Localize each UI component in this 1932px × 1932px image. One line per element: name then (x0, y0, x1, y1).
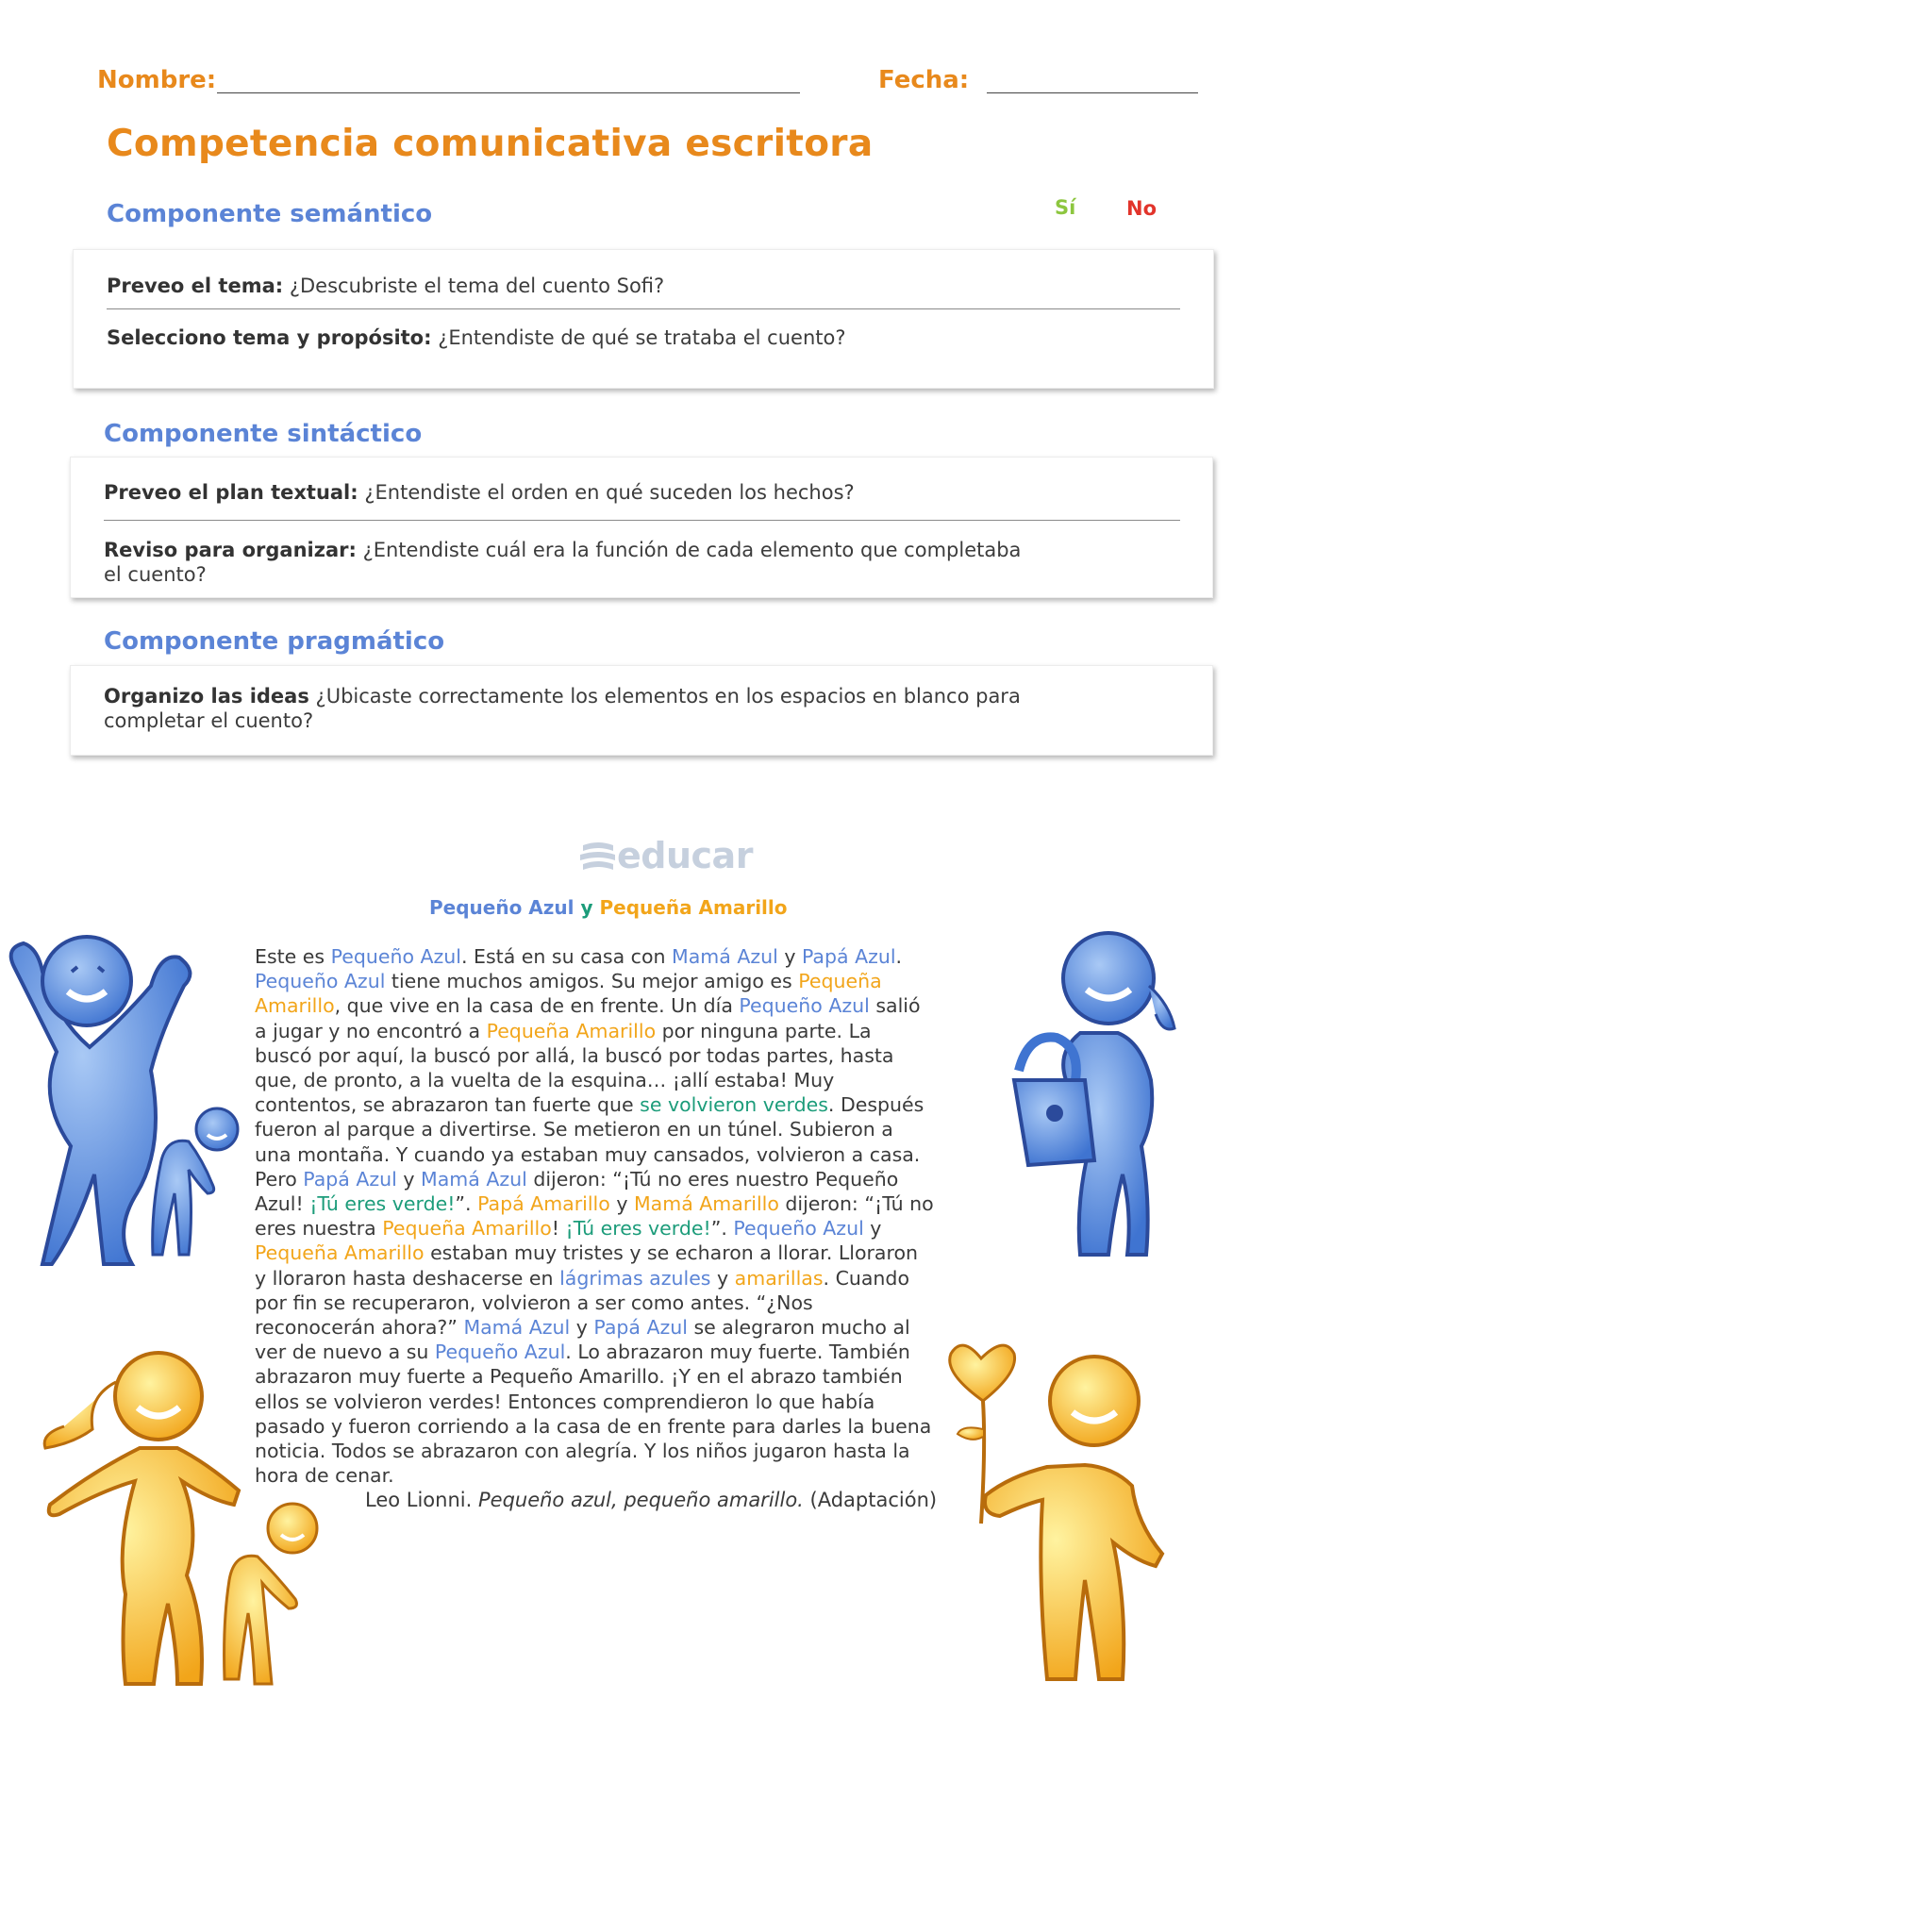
story-highlight: Pequeño Azul (733, 1217, 864, 1241)
story-highlight: lágrimas azules (559, 1266, 711, 1290)
card-semantic: Preveo el tema: ¿Descubriste el tema del… (73, 249, 1214, 389)
date-field[interactable] (987, 92, 1198, 93)
story-highlight: Pequeña Amarillo (486, 1019, 657, 1042)
story-text: . Está en su casa con (461, 945, 673, 968)
card-pragmatic: Organizo las ideas ¿Ubicaste correctamen… (70, 665, 1213, 756)
story-highlight: amarillas (734, 1266, 824, 1290)
credit-author: Leo Lionni. (365, 1489, 473, 1511)
blue-mother-padlock-illustration (1011, 931, 1176, 1257)
yellow-mother-child-illustration (42, 1351, 319, 1686)
section-title-pragmatic: Componente pragmático (104, 627, 445, 656)
story-highlight: Pequeño Azul (255, 970, 386, 993)
educar-logo: educar (577, 835, 753, 883)
story-text: y (570, 1316, 594, 1340)
question-item: Preveo el tema: ¿Descubriste el tema del… (107, 274, 664, 298)
question-label: Selecciono tema y propósito: (107, 326, 432, 349)
story-highlight: ¡Tú eres verde! (309, 1192, 456, 1216)
story-highlight: Papá Azul (801, 945, 896, 968)
name-field[interactable] (217, 92, 800, 93)
story-highlight: Papá Azul (593, 1316, 688, 1340)
divider (104, 520, 1180, 521)
story-text: , que vive en la casa de en frente. Un d… (334, 994, 740, 1018)
story-text: ! (551, 1217, 566, 1241)
question-label: Organizo las ideas (104, 685, 309, 708)
credit-note: (Adaptación) (809, 1489, 938, 1511)
story-text: tiene muchos amigos. Su mejor amigo es (385, 970, 799, 993)
section-title-syntactic: Componente sintáctico (104, 420, 423, 448)
story-credit: Leo Lionni. Pequeño azul, pequeño amaril… (365, 1489, 937, 1511)
date-label: Fecha: (878, 66, 970, 94)
story-title-part-a: Pequeño Azul (429, 896, 575, 919)
story-highlight: Mamá Amarillo (633, 1192, 779, 1216)
story-text: . (895, 945, 903, 968)
question-item: Organizo las ideas ¿Ubicaste correctamen… (104, 684, 1047, 733)
divider (107, 308, 1180, 309)
story-highlight: Mamá Azul (672, 945, 778, 968)
card-syntactic: Preveo el plan textual: ¿Entendiste el o… (70, 457, 1213, 598)
question-text: ¿Descubriste el tema del cuento Sofi? (289, 275, 665, 297)
question-item: Selecciono tema y propósito: ¿Entendiste… (107, 325, 845, 350)
story-highlight: se volvieron verdes (640, 1093, 828, 1117)
question-label: Reviso para organizar: (104, 539, 357, 561)
yellow-heart-flower-illustration (948, 1343, 1165, 1681)
story-text: y (396, 1167, 422, 1191)
story-title-connector: y (580, 896, 593, 919)
name-label: Nombre: (97, 66, 217, 94)
question-text: ¿Entendiste el orden en qué suceden los … (364, 481, 855, 504)
story-highlight: Mamá Azul (421, 1167, 527, 1191)
story-text: y (777, 945, 802, 968)
story-text: ”. (455, 1192, 478, 1216)
story-text: ”. (710, 1217, 734, 1241)
story-highlight: Papá Amarillo (477, 1192, 610, 1216)
blue-father-child-illustration (8, 935, 240, 1266)
story-title: Pequeño Azul y Pequeña Amarillo (429, 896, 788, 919)
story-text: y (710, 1266, 735, 1290)
story-text: Este es (255, 945, 331, 968)
story-highlight: Pequeño Azul (739, 994, 870, 1018)
question-label: Preveo el plan textual: (104, 481, 358, 504)
story-highlight: ¡Tú eres verde! (565, 1217, 711, 1241)
credit-work: Pequeño azul, pequeño amarillo. (477, 1489, 804, 1511)
story-title-part-b: Pequeña Amarillo (599, 896, 788, 919)
question-item: Reviso para organizar: ¿Entendiste cuál … (104, 538, 1038, 587)
story-highlight: Pequeño Azul (434, 1341, 566, 1364)
story-text: y (609, 1192, 634, 1216)
story-highlight: Papá Azul (303, 1167, 397, 1191)
educar-logo-icon (580, 842, 615, 870)
story-highlight: Pequeña Amarillo (382, 1217, 552, 1241)
question-item: Preveo el plan textual: ¿Entendiste el o… (104, 480, 855, 505)
si-column-header: Sí (1055, 196, 1076, 219)
logo-text: educar (617, 835, 753, 876)
question-text: ¿Entendiste de qué se trataba el cuento? (438, 326, 846, 349)
story-highlight: Mamá Azul (463, 1316, 571, 1340)
no-column-header: No (1126, 197, 1158, 220)
question-label: Preveo el tema: (107, 275, 284, 297)
story-highlight: Pequeña Amarillo (255, 1241, 425, 1265)
section-title-semantic: Componente semántico (107, 200, 433, 228)
story-text: y (863, 1217, 882, 1241)
story-highlight: Pequeño Azul (330, 945, 461, 968)
page-title: Competencia comunicativa escritora (107, 123, 874, 165)
story-body: Este es Pequeño Azul. Está en su casa co… (255, 944, 934, 1488)
